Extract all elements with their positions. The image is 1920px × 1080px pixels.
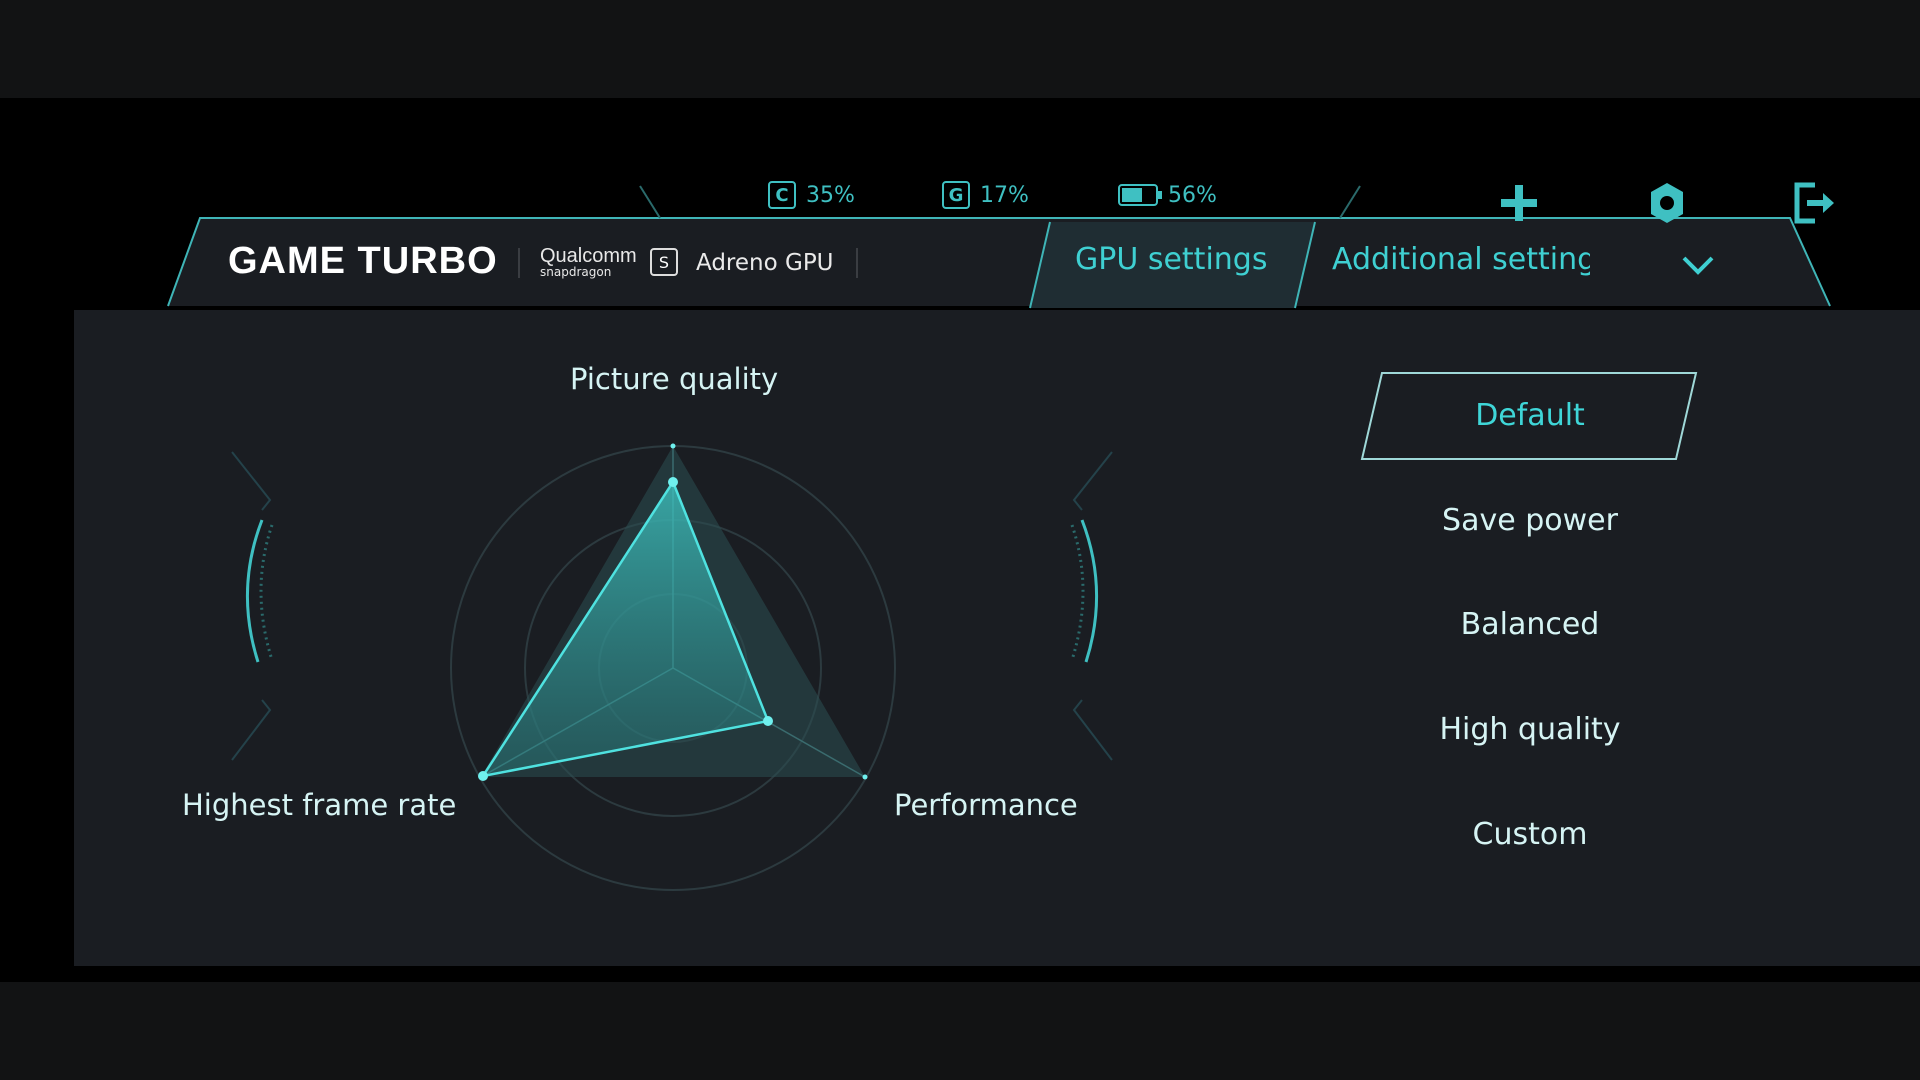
radar-point-performance [763, 716, 773, 726]
preset-save-power[interactable]: Save power [1370, 503, 1690, 538]
preset-custom[interactable]: Custom [1370, 817, 1690, 852]
preset-default[interactable]: Default [1370, 398, 1690, 433]
radar-label-picture-quality: Picture quality [570, 362, 779, 396]
preset-high-quality[interactable]: High quality [1370, 712, 1690, 747]
radar-point-picture-quality [668, 477, 678, 487]
radar-point-frame-rate [478, 771, 488, 781]
letterbox-bottom [0, 982, 1920, 1080]
radar-chart [231, 443, 1113, 891]
radar-label-frame-rate: Highest frame rate [182, 788, 457, 822]
right-bracket-decoration [1070, 451, 1113, 761]
preset-balanced[interactable]: Balanced [1370, 607, 1690, 642]
radar-label-performance: Performance [894, 788, 1078, 822]
left-bracket-decoration [231, 451, 274, 761]
